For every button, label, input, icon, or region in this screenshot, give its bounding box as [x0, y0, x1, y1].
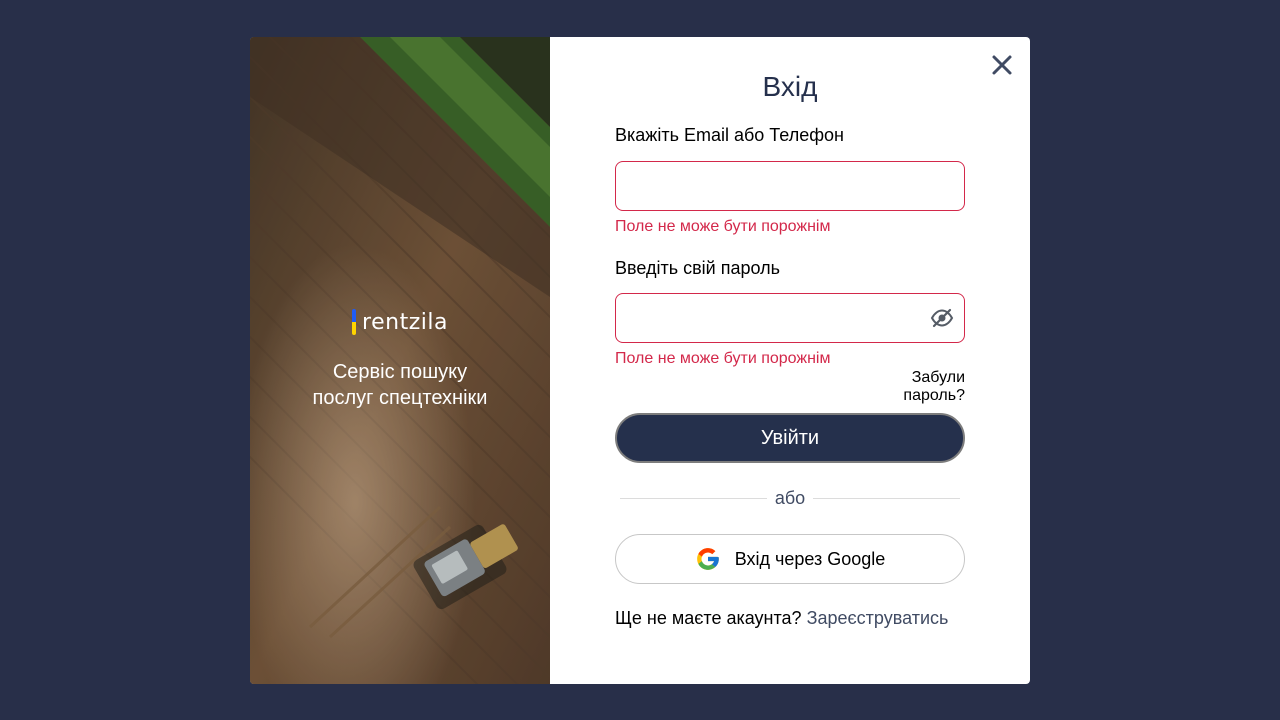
password-field[interactable]	[615, 293, 965, 343]
password-field-label: Введіть свій пароль	[615, 258, 780, 278]
tagline-line-2: послуг спецтехніки	[312, 387, 488, 409]
page-title: Вхід	[762, 71, 818, 102]
or-divider: або	[620, 487, 960, 509]
login-field-label: Вкажіть Email або Телефон	[615, 125, 844, 145]
password-visibility-toggle[interactable]	[930, 306, 954, 330]
login-field[interactable]	[615, 161, 965, 211]
forgot-password-link[interactable]: Забули пароль?	[848, 369, 965, 405]
google-icon	[696, 548, 719, 570]
signup-prompt: Ще не маєте акаунта?	[615, 608, 802, 628]
password-field-error: Поле не може бути порожнім	[615, 350, 831, 367]
signup-link[interactable]: Зареєструватись	[807, 608, 949, 628]
login-submit-button[interactable]: Увійти	[615, 413, 965, 463]
google-login-button[interactable]: Вхід через Google	[615, 534, 965, 584]
google-login-label: Вхід через Google	[734, 548, 886, 569]
signup-row: Ще не маєте акаунта? Зареєструватись	[615, 608, 948, 629]
password-input[interactable]	[616, 294, 944, 340]
brand-name: rentzila	[362, 309, 448, 335]
login-modal: rentzila Сервіс пошуку послуг спецтехнік…	[250, 37, 1030, 684]
login-field-error: Поле не може бути порожнім	[615, 218, 831, 235]
eye-off-icon	[930, 308, 954, 328]
hero-panel: rentzila Сервіс пошуку послуг спецтехнік…	[250, 37, 550, 684]
email-or-phone-input[interactable]	[616, 162, 944, 208]
ukraine-flag-icon	[352, 309, 357, 335]
tagline-line-1: Сервіс пошуку	[332, 361, 468, 383]
brand-logo: rentzila	[250, 309, 550, 335]
login-form: Вхід Вкажіть Email або Телефон Поле не м…	[550, 37, 1030, 684]
divider-text: або	[774, 487, 806, 508]
hero-tagline: Сервіс пошуку послуг спецтехніки	[250, 359, 550, 411]
